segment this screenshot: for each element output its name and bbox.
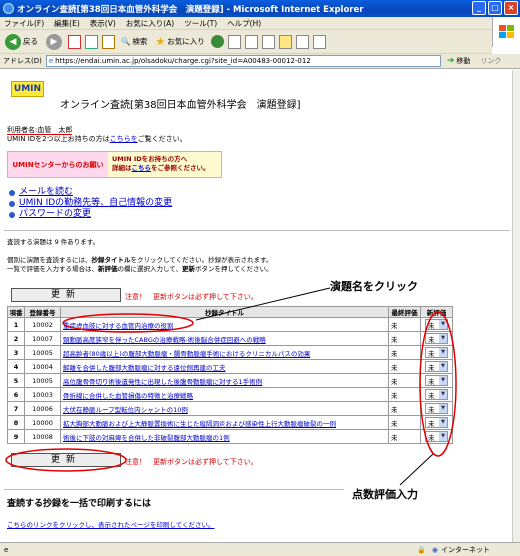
address-input[interactable]: e https://endai.umin.ac.jp/olsadoku/char…: [45, 55, 441, 67]
maximize-button[interactable]: □: [488, 1, 502, 15]
home-icon[interactable]: [102, 34, 115, 49]
page-status-icon: e: [4, 545, 9, 554]
window-title: オンライン査読[第38回日本血管外科学会 演題登録] - Microsoft I…: [17, 4, 364, 15]
research-icon[interactable]: [312, 34, 326, 49]
print-icon[interactable]: [244, 34, 258, 49]
annotation-line-score: [399, 453, 434, 486]
star-icon: ★: [155, 35, 166, 48]
mail-icon[interactable]: [227, 34, 241, 49]
edit-icon[interactable]: [261, 34, 275, 49]
toolbar: ◀ 戻る ▶ 🔍 検索 ★ お気に入り: [0, 30, 492, 54]
minimize-button[interactable]: _: [472, 1, 486, 15]
forward-arrow-icon: ▶: [46, 33, 62, 50]
search-button[interactable]: 🔍 検索: [119, 33, 149, 51]
links-button[interactable]: リンク: [480, 56, 501, 66]
ie-icon: [3, 3, 14, 14]
messenger-icon[interactable]: [295, 34, 309, 49]
annotation-line-title: [195, 287, 331, 321]
page-icon: e: [48, 57, 54, 65]
menu-edit[interactable]: 編集(E): [54, 18, 80, 29]
annotation-ellipse-update: [5, 448, 127, 472]
back-arrow-icon: ◀: [5, 33, 21, 50]
menu-favorites[interactable]: お気に入り(A): [126, 18, 174, 29]
menu-file[interactable]: ファイル(F): [4, 18, 44, 29]
favorites-button[interactable]: ★ お気に入り: [153, 33, 206, 51]
history-icon[interactable]: [210, 35, 224, 48]
search-icon: 🔍: [121, 37, 131, 46]
menu-bar: ファイル(F) 編集(E) 表示(V) お気に入り(A) ツール(T) ヘルプ(…: [0, 17, 520, 30]
vertical-scrollbar[interactable]: [512, 70, 520, 542]
page-content: UMIN オンライン査読[第38回日本血管外科学会 演題登録] 利用者名:血管 …: [0, 70, 512, 542]
window-titlebar[interactable]: オンライン査読[第38回日本血管外科学会 演題登録] - Microsoft I…: [0, 0, 520, 17]
globe-icon: ◉: [431, 545, 438, 554]
menu-view[interactable]: 表示(V): [90, 18, 116, 29]
menu-tools[interactable]: ツール(T): [184, 18, 217, 29]
address-bar: アドレス(D) e https://endai.umin.ac.jp/olsad…: [0, 54, 520, 69]
refresh-icon[interactable]: [85, 34, 98, 49]
discuss-icon[interactable]: [278, 34, 292, 49]
windows-logo: [492, 17, 520, 47]
stop-icon[interactable]: [68, 34, 81, 49]
annotation-ellipse-score: [419, 311, 457, 457]
zone-indicator: ◉ インターネット: [431, 545, 490, 554]
forward-button[interactable]: ▶: [44, 33, 64, 51]
annotation-overlay: [5, 287, 457, 486]
annotation-ellipse-title: [62, 313, 194, 333]
go-button[interactable]: ➔ 移動: [447, 56, 471, 66]
address-label: アドレス(D): [3, 57, 42, 65]
go-arrow-icon: ➔: [446, 56, 455, 66]
menu-help[interactable]: ヘルプ(H): [227, 18, 261, 29]
lock-icon: 🔒: [417, 545, 426, 554]
status-bar: e 🔒 ◉ インターネット: [0, 542, 520, 556]
close-button[interactable]: ×: [504, 1, 518, 15]
back-button[interactable]: ◀ 戻る: [3, 33, 40, 51]
